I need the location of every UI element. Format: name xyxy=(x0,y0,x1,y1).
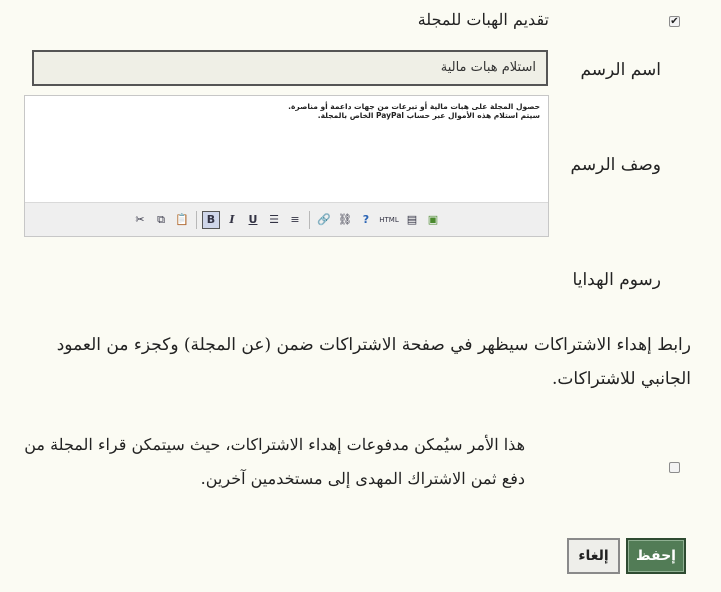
fee-description-label: وصف الرسم xyxy=(570,155,662,175)
description-line: حصول المجلة على هبات مالية أو تبرعات من … xyxy=(288,102,540,111)
enable-gift-payments-checkbox[interactable] xyxy=(669,462,680,473)
toolbar-divider xyxy=(309,210,310,229)
underline-icon[interactable]: U xyxy=(244,211,262,229)
editor-toolbar: ✂ ⧉ 📋 B I U ☰ ≡ 🔗 ⛓ ? HTML ▤ ▣ xyxy=(25,202,548,236)
save-button[interactable]: إحفظ xyxy=(626,538,686,574)
fee-name-field[interactable]: استلام هبات مالية xyxy=(32,50,548,86)
copy-icon[interactable]: ⧉ xyxy=(152,211,170,229)
check-icon: ✔ xyxy=(670,15,679,27)
unlink-icon[interactable]: ⛓ xyxy=(336,211,354,229)
numbered-list-icon[interactable]: ≡ xyxy=(286,211,304,229)
link-icon[interactable]: 🔗 xyxy=(315,211,333,229)
fee-name-label: اسم الرسم xyxy=(580,60,661,80)
enable-gifts-checkbox[interactable]: ✔ xyxy=(669,16,680,27)
gift-link-description: رابط إهداء الاشتراكات سيظهر في صفحة الاش… xyxy=(56,335,691,389)
gift-fees-label: رسوم الهدايا xyxy=(572,270,661,290)
cancel-button[interactable]: إلغاء xyxy=(567,538,620,574)
paste-icon[interactable]: 📋 xyxy=(173,211,191,229)
description-line: سيتم استلام هذه الأموال عبر حساب PayPal … xyxy=(317,111,540,121)
editor-content[interactable]: حصول المجلة على هبات مالية أو تبرعات من … xyxy=(25,96,548,203)
enable-gift-payments-text: هذا الأمر سيُمكن مدفوعات إهداء الاشتراكا… xyxy=(24,435,525,488)
html-icon[interactable]: HTML xyxy=(378,211,400,229)
bullet-list-icon[interactable]: ☰ xyxy=(265,211,283,229)
rich-text-editor[interactable]: حصول المجلة على هبات مالية أو تبرعات من … xyxy=(24,95,549,237)
bold-icon[interactable]: B xyxy=(202,210,220,229)
code-icon[interactable]: ▤ xyxy=(403,211,421,229)
italic-icon[interactable]: I xyxy=(223,211,241,229)
cut-icon[interactable]: ✂ xyxy=(131,211,149,229)
toolbar-divider xyxy=(196,210,197,229)
help-icon[interactable]: ? xyxy=(357,211,375,229)
enable-gifts-label: تقديم الهبات للمجلة xyxy=(417,10,549,29)
image-icon[interactable]: ▣ xyxy=(424,211,442,229)
